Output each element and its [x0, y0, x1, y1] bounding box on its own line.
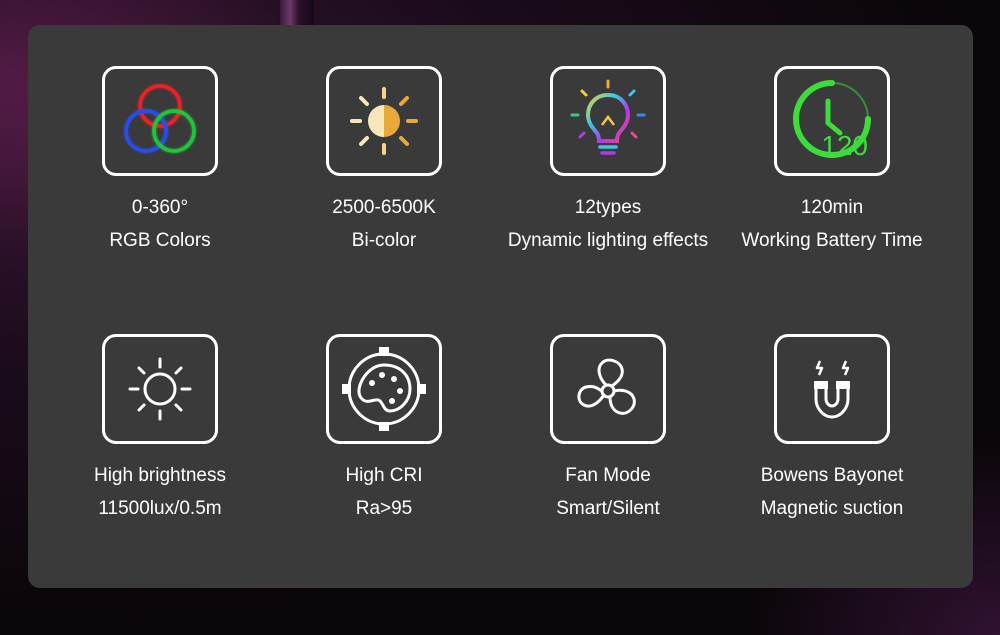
battery-timer-value: 120	[821, 130, 868, 161]
feature-effects: 12types Dynamic lighting effects	[493, 66, 723, 253]
feature-effects-line2: Dynamic lighting effects	[507, 230, 709, 251]
feature-fan-icon-box	[550, 334, 666, 444]
feature-rgb-line1: 0-360°	[131, 197, 189, 218]
feature-cri-line1: High CRI	[345, 465, 423, 486]
bicolor-sun-icon	[350, 87, 418, 155]
feature-brightness-line2: 11500lux/0.5m	[98, 498, 222, 519]
feature-mount-line1: Bowens Bayonet	[760, 465, 904, 486]
feature-cri-line2: Ra>95	[355, 498, 413, 519]
feature-bicolor-icon-box	[326, 66, 442, 176]
feature-brightness-icon-box	[102, 334, 218, 444]
feature-cri: High CRI Ra>95	[269, 334, 499, 521]
feature-fan-line2: Smart/Silent	[556, 498, 660, 519]
features-panel: 0-360° RGB Colors 2500-6500K Bi-color 12…	[28, 25, 973, 588]
feature-mount-line2: Magnetic suction	[760, 498, 904, 519]
feature-fan-line1: Fan Mode	[565, 465, 651, 486]
feature-effects-line1: 12types	[574, 197, 642, 218]
battery-timer-icon: 120	[793, 80, 871, 161]
feature-rgb-line2: RGB Colors	[109, 230, 211, 251]
rainbow-bulb-icon	[570, 79, 646, 155]
feature-battery-line1: 120min	[800, 197, 864, 218]
sun-icon	[128, 357, 192, 421]
feature-brightness: High brightness 11500lux/0.5m	[45, 334, 275, 521]
magnet-icon	[814, 360, 850, 419]
feature-battery: 120 120min Working Battery Time	[717, 66, 947, 253]
feature-fan: Fan Mode Smart/Silent	[493, 334, 723, 521]
feature-bicolor-line2: Bi-color	[351, 230, 417, 251]
rgb-circles-icon	[124, 84, 196, 153]
feature-effects-icon-box	[550, 66, 666, 176]
feature-rgb-icon-box	[102, 66, 218, 176]
feature-cri-icon-box	[326, 334, 442, 444]
feature-battery-icon-box: 120	[774, 66, 890, 176]
fan-icon	[577, 358, 636, 415]
feature-battery-line2: Working Battery Time	[741, 230, 923, 251]
feature-rgb: 0-360° RGB Colors	[45, 66, 275, 253]
feature-bicolor-line1: 2500-6500K	[332, 197, 436, 218]
feature-brightness-line1: High brightness	[93, 465, 227, 486]
palette-icon	[342, 347, 426, 431]
feature-mount-icon-box	[774, 334, 890, 444]
feature-mount: Bowens Bayonet Magnetic suction	[717, 334, 947, 521]
feature-bicolor: 2500-6500K Bi-color	[269, 66, 499, 253]
